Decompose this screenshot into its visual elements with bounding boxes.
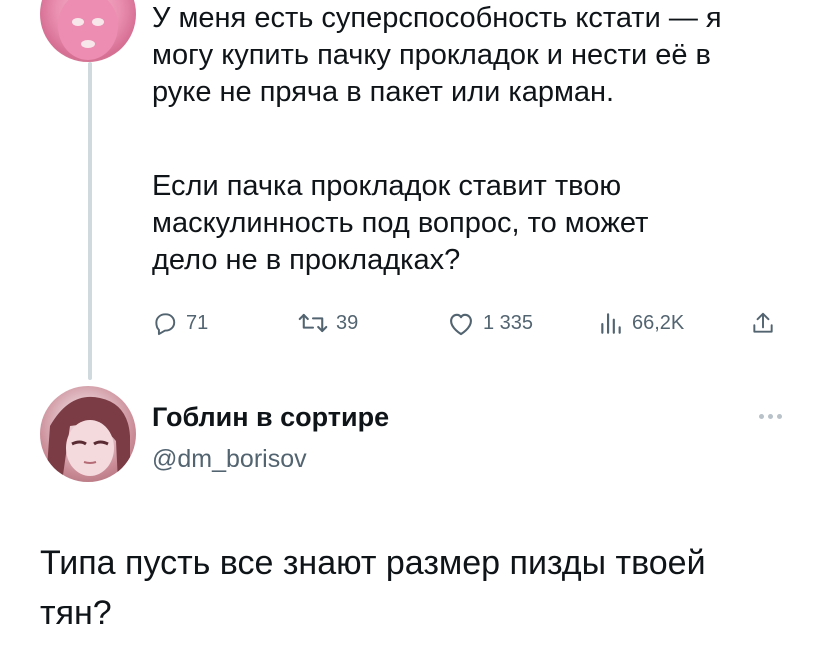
more-dots-icon [758, 413, 764, 419]
share-icon [753, 312, 773, 333]
author-name[interactable]: Гоблин в сортире [152, 402, 389, 433]
like-icon [450, 313, 472, 336]
author-handle[interactable]: @dm_borisov [152, 445, 307, 474]
more-options-button[interactable] [750, 404, 790, 428]
share-button[interactable] [750, 305, 776, 341]
tweet-text-paragraph-2: Если пачка прокладок ставит твою маскули… [152, 170, 649, 276]
retweet-button[interactable]: 39 [298, 305, 358, 341]
more-dots-icon [776, 413, 782, 419]
reply-icon [155, 313, 176, 336]
views-button[interactable]: 66,2K [598, 305, 684, 341]
avatar[interactable] [40, 386, 136, 482]
like-count: 1 335 [483, 311, 534, 334]
tweet-actions-bar: 71 39 1 335 66,2K [152, 305, 792, 341]
views-icon [601, 313, 621, 334]
anime-avatar-image [46, 396, 130, 482]
retweet-count: 39 [336, 311, 359, 334]
views-count: 66,2K [632, 311, 685, 334]
reply-tweet-text: Типа пусть все знают размер пизды твоей … [40, 544, 706, 632]
tweet-text-paragraph-1: У меня есть суперспособность кстати — я … [152, 2, 722, 108]
avatar[interactable] [40, 0, 136, 62]
reply-button[interactable]: 71 [152, 305, 208, 341]
like-button[interactable]: 1 335 [447, 305, 533, 341]
retweet-icon [298, 313, 328, 333]
thread-line [88, 62, 92, 380]
reply-count: 71 [186, 311, 209, 334]
more-dots-icon [767, 413, 773, 419]
balaclava-avatar-image [58, 0, 118, 60]
